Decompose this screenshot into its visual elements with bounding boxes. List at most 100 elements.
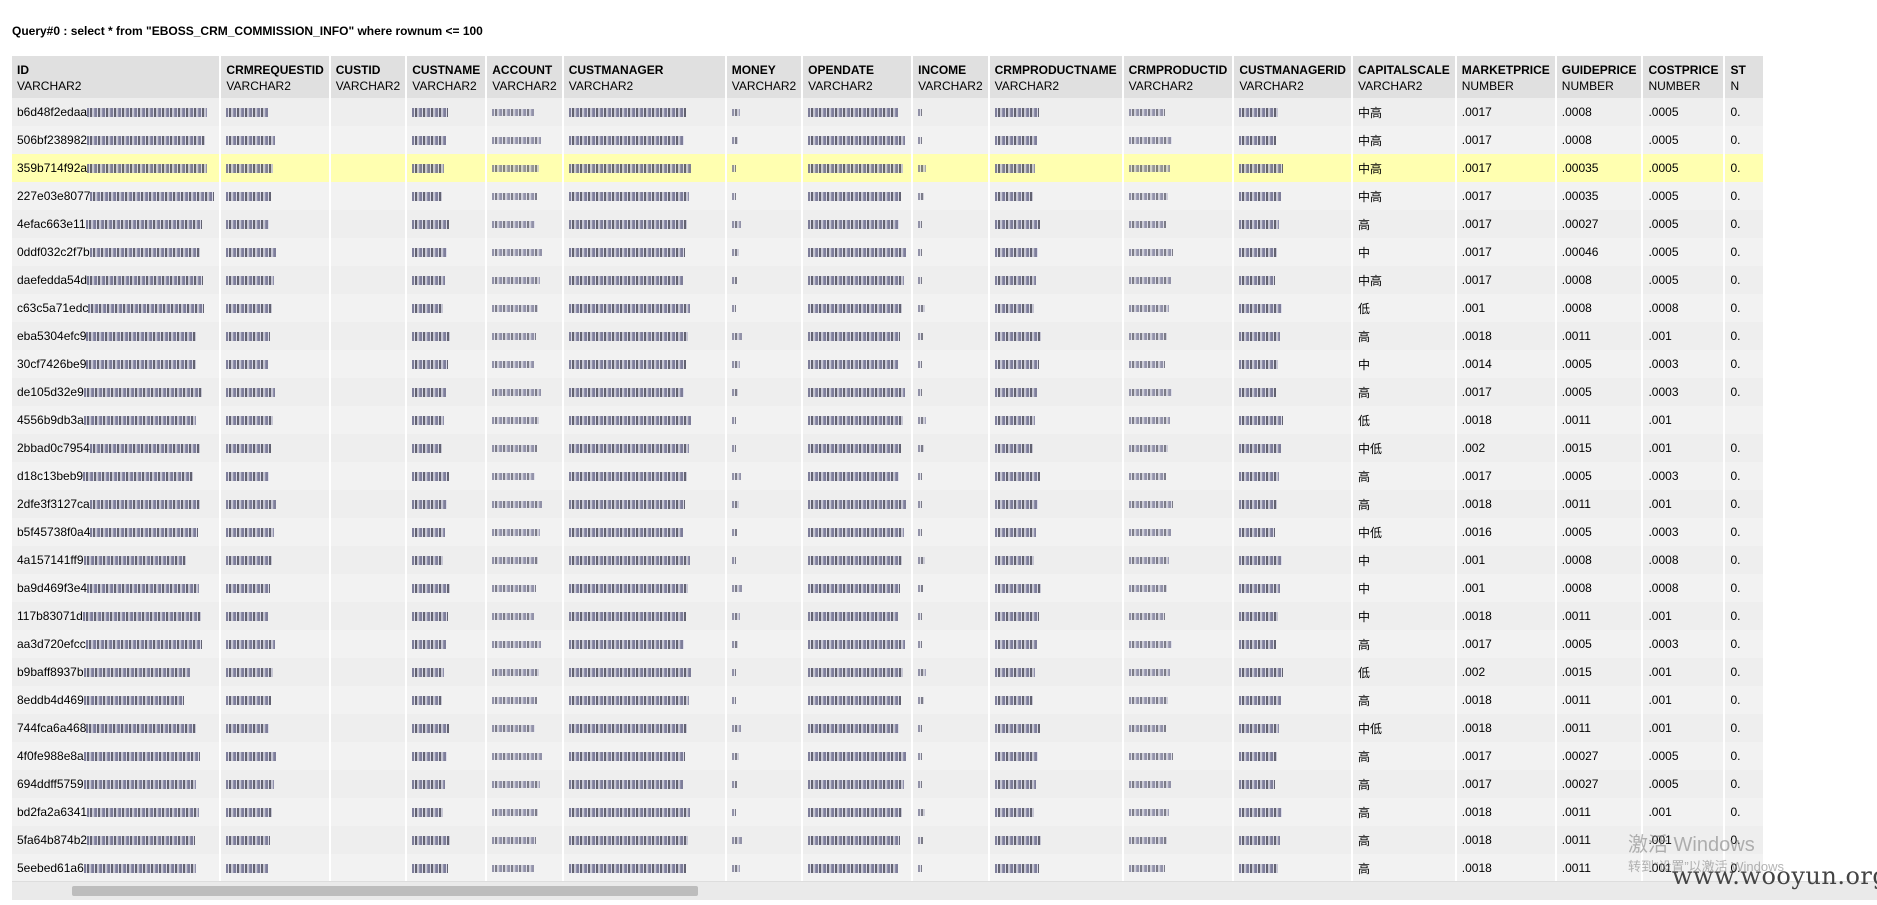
cell-costprice[interactable]: .0005: [1642, 210, 1726, 238]
cell-custname[interactable]: [406, 490, 488, 518]
cell-custmanagerid[interactable]: [1233, 238, 1353, 266]
cell-crmproductname[interactable]: [988, 602, 1124, 630]
cell-opendate[interactable]: [802, 154, 914, 182]
cell-st[interactable]: 0.: [1724, 630, 1766, 658]
table-row[interactable]: 4556b9db3a 低 .0018.0011.001: [12, 406, 1766, 434]
cell-account[interactable]: [486, 686, 564, 714]
cell-custid[interactable]: [329, 210, 408, 238]
cell-guideprice[interactable]: .0008: [1555, 294, 1644, 322]
cell-custmanagerid[interactable]: [1233, 518, 1353, 546]
cell-crmproductname[interactable]: [988, 770, 1124, 798]
cell-guideprice[interactable]: .0015: [1555, 658, 1644, 686]
cell-guideprice[interactable]: .0005: [1555, 378, 1644, 406]
cell-custname[interactable]: [406, 686, 488, 714]
cell-custname[interactable]: [406, 322, 488, 350]
scrollbar-thumb[interactable]: [72, 886, 698, 896]
cell-account[interactable]: [486, 490, 564, 518]
cell-custid[interactable]: [329, 462, 408, 490]
cell-capitalscale[interactable]: 中: [1351, 238, 1457, 266]
table-row[interactable]: 5fa64b874b2 高 .0018.0011.001 0.: [12, 826, 1766, 854]
column-header-custmanagerid[interactable]: CUSTMANAGERID VARCHAR2: [1233, 56, 1353, 98]
cell-income[interactable]: [912, 770, 990, 798]
cell-custmanagerid[interactable]: [1233, 574, 1353, 602]
cell-id[interactable]: 117b83071d: [12, 602, 222, 630]
table-row[interactable]: 506bf238982 中高 .0017.0008.0005 0.: [12, 126, 1766, 154]
cell-id[interactable]: 506bf238982: [12, 126, 222, 154]
cell-money[interactable]: [725, 210, 804, 238]
cell-marketprice[interactable]: .001: [1455, 574, 1557, 602]
cell-opendate[interactable]: [802, 798, 914, 826]
table-row[interactable]: 4a157141ff9 中 .001.0008.0008 0.: [12, 546, 1766, 574]
cell-capitalscale[interactable]: 高: [1351, 462, 1457, 490]
cell-marketprice[interactable]: .0018: [1455, 826, 1557, 854]
cell-id[interactable]: b9baff8937b: [12, 658, 222, 686]
cell-costprice[interactable]: .0003: [1642, 462, 1726, 490]
cell-guideprice[interactable]: .00035: [1555, 154, 1644, 182]
cell-guideprice[interactable]: .0008: [1555, 546, 1644, 574]
cell-st[interactable]: 0.: [1724, 98, 1766, 126]
column-header-crmproductid[interactable]: CRMPRODUCTID VARCHAR2: [1122, 56, 1235, 98]
cell-crmrequestid[interactable]: [220, 294, 331, 322]
cell-crmrequestid[interactable]: [220, 210, 331, 238]
cell-guideprice[interactable]: .0005: [1555, 518, 1644, 546]
cell-account[interactable]: [486, 266, 564, 294]
cell-account[interactable]: [486, 602, 564, 630]
cell-costprice[interactable]: .0005: [1642, 266, 1726, 294]
cell-custmanager[interactable]: [562, 294, 727, 322]
cell-custname[interactable]: [406, 854, 488, 881]
cell-id[interactable]: 4efac663e11: [12, 210, 222, 238]
cell-custname[interactable]: [406, 826, 488, 854]
cell-opendate[interactable]: [802, 322, 914, 350]
table-row[interactable]: 2dfe3f3127ca 高 .0018.0011.001 0.: [12, 490, 1766, 518]
cell-crmproductname[interactable]: [988, 826, 1124, 854]
cell-income[interactable]: [912, 126, 990, 154]
cell-st[interactable]: 0.: [1724, 546, 1766, 574]
cell-opendate[interactable]: [802, 574, 914, 602]
cell-st[interactable]: 0.: [1724, 378, 1766, 406]
cell-account[interactable]: [486, 406, 564, 434]
cell-costprice[interactable]: .0005: [1642, 742, 1726, 770]
cell-custname[interactable]: [406, 378, 488, 406]
cell-income[interactable]: [912, 98, 990, 126]
cell-crmproductid[interactable]: [1122, 490, 1235, 518]
cell-crmproductname[interactable]: [988, 686, 1124, 714]
cell-custid[interactable]: [329, 154, 408, 182]
cell-money[interactable]: [725, 434, 804, 462]
cell-custmanager[interactable]: [562, 686, 727, 714]
cell-money[interactable]: [725, 574, 804, 602]
cell-custname[interactable]: [406, 182, 488, 210]
cell-crmrequestid[interactable]: [220, 686, 331, 714]
cell-custmanagerid[interactable]: [1233, 462, 1353, 490]
cell-crmproductid[interactable]: [1122, 546, 1235, 574]
cell-crmproductname[interactable]: [988, 294, 1124, 322]
cell-money[interactable]: [725, 266, 804, 294]
cell-money[interactable]: [725, 854, 804, 881]
cell-account[interactable]: [486, 714, 564, 742]
column-header-costprice[interactable]: COSTPRICE NUMBER: [1642, 56, 1726, 98]
cell-custid[interactable]: [329, 826, 408, 854]
cell-custname[interactable]: [406, 350, 488, 378]
cell-st[interactable]: 0.: [1724, 182, 1766, 210]
cell-st[interactable]: 0.: [1724, 434, 1766, 462]
cell-guideprice[interactable]: .00046: [1555, 238, 1644, 266]
cell-money[interactable]: [725, 322, 804, 350]
cell-custid[interactable]: [329, 630, 408, 658]
cell-guideprice[interactable]: .0008: [1555, 98, 1644, 126]
cell-opendate[interactable]: [802, 434, 914, 462]
cell-custmanagerid[interactable]: [1233, 266, 1353, 294]
cell-income[interactable]: [912, 210, 990, 238]
table-row[interactable]: aa3d720efcc 高 .0017.0005.0003 0.: [12, 630, 1766, 658]
cell-custmanagerid[interactable]: [1233, 322, 1353, 350]
cell-guideprice[interactable]: .0011: [1555, 714, 1644, 742]
cell-account[interactable]: [486, 742, 564, 770]
cell-custname[interactable]: [406, 462, 488, 490]
cell-money[interactable]: [725, 406, 804, 434]
cell-costprice[interactable]: .0003: [1642, 350, 1726, 378]
column-header-crmproductname[interactable]: CRMPRODUCTNAME VARCHAR2: [988, 56, 1124, 98]
cell-custmanagerid[interactable]: [1233, 742, 1353, 770]
cell-custmanager[interactable]: [562, 602, 727, 630]
cell-custmanager[interactable]: [562, 658, 727, 686]
cell-custmanagerid[interactable]: [1233, 210, 1353, 238]
cell-account[interactable]: [486, 210, 564, 238]
cell-income[interactable]: [912, 266, 990, 294]
